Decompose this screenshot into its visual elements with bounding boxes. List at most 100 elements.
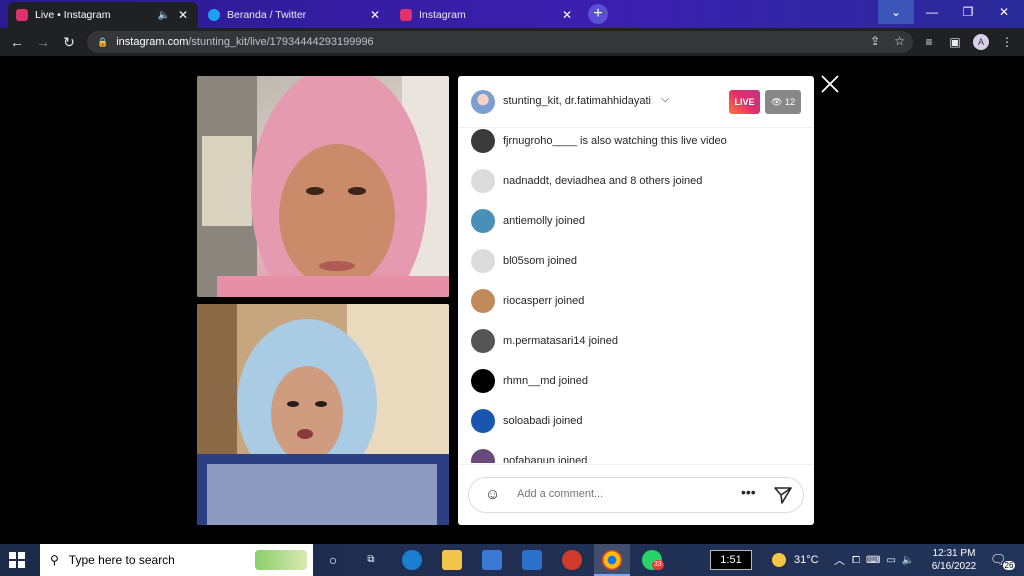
- tab-close-icon[interactable]: ✕: [176, 8, 190, 22]
- battery-icon[interactable]: ▭: [886, 555, 895, 566]
- search-highlight-illustration: [255, 550, 307, 570]
- instagram-live-page: stunting_kit, dr.fatimahhidayati ⌵ LIVE …: [0, 56, 1024, 544]
- new-tab-button[interactable]: +: [588, 4, 608, 24]
- clock-date: 6/16/2022: [931, 561, 977, 572]
- lock-icon[interactable]: 🔒: [97, 37, 108, 48]
- edge-icon[interactable]: [402, 550, 422, 570]
- share-icon[interactable]: ⇪: [870, 34, 880, 48]
- meet-icon[interactable]: ⧠: [852, 555, 860, 566]
- close-window-button[interactable]: ✕: [986, 0, 1022, 24]
- tab-live-instagram[interactable]: Live • Instagram 🔈 ✕: [8, 2, 198, 28]
- file-explorer-icon[interactable]: [442, 550, 462, 570]
- avatar[interactable]: [471, 289, 495, 313]
- instagram-favicon-icon: [16, 9, 28, 21]
- cortana-icon[interactable]: ○: [323, 550, 343, 570]
- back-icon[interactable]: ←: [8, 33, 26, 51]
- mail-icon[interactable]: [522, 550, 542, 570]
- tab-instagram[interactable]: Instagram ✕: [392, 2, 582, 28]
- search-placeholder: Type here to search: [68, 553, 175, 567]
- whatsapp-badge: 33: [652, 560, 664, 570]
- chevron-down-icon[interactable]: ⌵: [661, 93, 669, 106]
- live-badge: LIVE: [729, 90, 760, 114]
- live-header: stunting_kit, dr.fatimahhidayati ⌵ LIVE …: [458, 76, 814, 128]
- list-item: riocasperr joined: [471, 289, 584, 313]
- tab-twitter[interactable]: Beranda / Twitter ✕: [200, 2, 390, 28]
- list-item: soloabadi joined: [471, 409, 583, 433]
- comment-composer: ☺ •••: [458, 464, 814, 525]
- tray-chevron-up-icon[interactable]: ︿: [834, 544, 845, 576]
- forward-icon[interactable]: →: [34, 33, 52, 51]
- comment-input[interactable]: [517, 488, 717, 500]
- send-icon[interactable]: [773, 485, 793, 505]
- avatar[interactable]: [471, 129, 495, 153]
- host-avatar[interactable]: [471, 90, 495, 114]
- reload-icon[interactable]: ↻: [60, 33, 78, 51]
- tab-close-icon[interactable]: ✕: [560, 8, 574, 22]
- media-control-icon[interactable]: ≡: [920, 33, 938, 51]
- profile-avatar[interactable]: A: [973, 34, 989, 50]
- tab-search-button[interactable]: ⌄: [878, 0, 914, 24]
- avatar[interactable]: [471, 409, 495, 433]
- list-item: fjrnugroho____ is also watching this liv…: [471, 129, 727, 153]
- media-time[interactable]: 1:51: [710, 550, 752, 570]
- task-view-icon[interactable]: ⧉: [361, 550, 381, 570]
- avatar[interactable]: [471, 209, 495, 233]
- comment-text: fjrnugroho____ is also watching this liv…: [503, 135, 727, 147]
- list-item: nadnaddt, deviadhea and 8 others joined: [471, 169, 702, 193]
- clock-time: 12:31 PM: [932, 548, 976, 559]
- windows-start-icon[interactable]: [9, 552, 25, 568]
- avatar[interactable]: [471, 329, 495, 353]
- comment-text: antiemolly joined: [503, 215, 585, 227]
- system-tray-icons: ⧠ ⌨ ▭ 🔈: [852, 544, 914, 576]
- notification-center-icon[interactable]: 🗨 26: [990, 544, 1016, 576]
- list-item: antiemolly joined: [471, 209, 585, 233]
- comment-text: soloabadi joined: [503, 415, 583, 427]
- url-path: /stunting_kit/live/17934444293199996: [188, 36, 374, 48]
- host-video-frame: [197, 76, 449, 297]
- comment-feed[interactable]: fjrnugroho____ is also watching this liv…: [458, 129, 814, 463]
- comment-text: nadnaddt, deviadhea and 8 others joined: [503, 175, 703, 187]
- weather-widget[interactable]: 31°C: [772, 544, 819, 576]
- minimize-button[interactable]: —: [914, 0, 950, 24]
- comment-text: bl05som joined: [503, 255, 577, 267]
- avatar[interactable]: [471, 249, 495, 273]
- side-panel-icon[interactable]: ▣: [946, 33, 964, 51]
- more-options-icon[interactable]: •••: [741, 484, 756, 500]
- list-item: bl05som joined: [471, 249, 577, 273]
- app-icon[interactable]: [562, 550, 582, 570]
- restore-button[interactable]: ❐: [950, 0, 986, 24]
- live-video-host[interactable]: [197, 76, 449, 297]
- host-usernames[interactable]: stunting_kit, dr.fatimahhidayati: [503, 95, 651, 107]
- volume-icon[interactable]: 🔈: [902, 555, 914, 566]
- menu-kebab-icon[interactable]: ⋮: [998, 33, 1016, 51]
- close-live-icon[interactable]: [820, 74, 840, 94]
- bookmark-star-icon[interactable]: ☆: [894, 34, 905, 48]
- list-item: m.permatasari14 joined: [471, 329, 618, 353]
- address-bar[interactable]: 🔒 instagram.com /stunting_kit/live/17934…: [87, 31, 913, 53]
- windows-taskbar: ⚲ Type here to search ○ ⧉ 33 1:51 31°C ︿…: [0, 544, 1024, 576]
- speaker-icon[interactable]: 🔈: [158, 10, 170, 21]
- emoji-icon[interactable]: ☺: [485, 486, 503, 504]
- avatar[interactable]: [471, 369, 495, 393]
- tab-title: Live • Instagram: [35, 9, 111, 21]
- network-icon[interactable]: ⌨: [866, 555, 880, 566]
- avatar[interactable]: [471, 169, 495, 193]
- temperature: 31°C: [794, 554, 819, 566]
- viewer-count-badge[interactable]: 👁 12: [765, 90, 801, 114]
- live-video-guest[interactable]: [197, 304, 449, 525]
- viewer-count: 12: [784, 97, 795, 107]
- eye-icon: 👁: [771, 97, 785, 107]
- avatar[interactable]: [471, 449, 495, 463]
- comment-text: riocasperr joined: [503, 295, 585, 307]
- list-item: nofahanun joined: [471, 449, 587, 463]
- taskbar-search[interactable]: ⚲ Type here to search: [40, 544, 313, 576]
- whatsapp-icon[interactable]: 33: [642, 550, 664, 570]
- sun-icon: [772, 553, 786, 567]
- tab-close-icon[interactable]: ✕: [368, 8, 382, 22]
- tab-title: Instagram: [419, 9, 466, 21]
- browser-toolbar: ← → ↻ 🔒 instagram.com /stunting_kit/live…: [0, 28, 1024, 56]
- microsoft-store-icon[interactable]: [482, 550, 502, 570]
- comment-text: nofahanun joined: [503, 455, 588, 463]
- chrome-icon[interactable]: [602, 550, 622, 570]
- taskbar-clock[interactable]: 12:31 PM 6/16/2022: [926, 547, 982, 573]
